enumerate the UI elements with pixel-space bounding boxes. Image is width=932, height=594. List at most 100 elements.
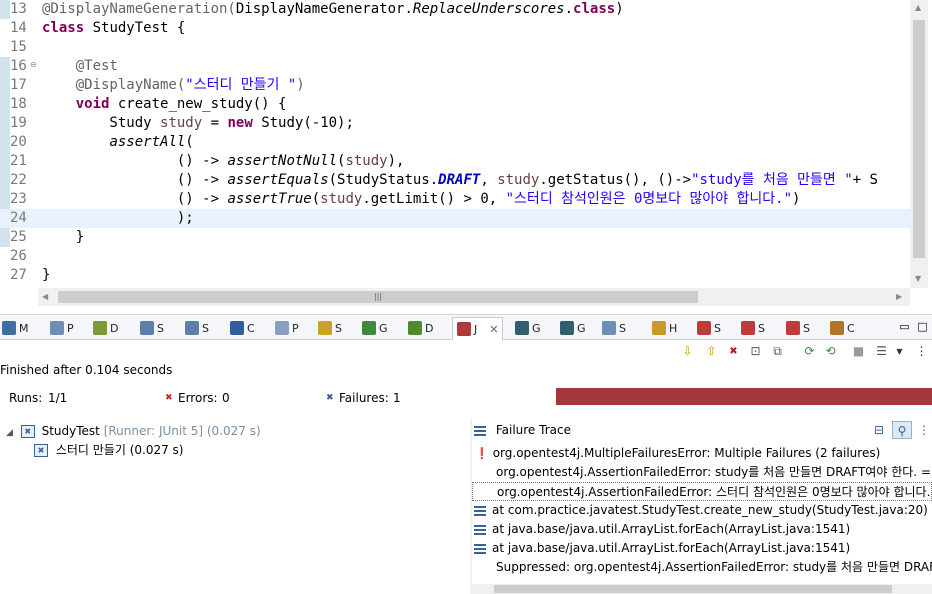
tab-s2[interactable]: S xyxy=(185,319,209,337)
tab-s6[interactable]: S xyxy=(741,319,765,337)
code-text: } xyxy=(42,267,51,283)
code-text: @Test xyxy=(75,58,118,74)
tab-s3[interactable]: S xyxy=(318,319,342,337)
close-tab-icon[interactable]: ✕ xyxy=(489,323,498,336)
minimize-icon[interactable]: ▭ xyxy=(897,319,912,334)
collapse-arrow-icon[interactable]: ◢ xyxy=(6,428,13,438)
next-failure-icon[interactable]: ⇩ xyxy=(680,344,695,359)
code-line[interactable]: 21 () -> assertNotNull(study), xyxy=(0,152,910,171)
tab-d2[interactable]: D xyxy=(408,319,433,337)
trace-row[interactable]: org.opentest4j.AssertionFailedError: stu… xyxy=(472,463,932,482)
tab-c[interactable]: C xyxy=(230,319,255,337)
eclipse-window: { "editor": { "lines": [ {"n": "13", "to… xyxy=(0,0,932,594)
view-menu-icon[interactable]: ⋮ xyxy=(914,344,929,359)
code-line[interactable]: 24 ); xyxy=(0,209,910,228)
editor-vertical-scrollbar[interactable]: ▲ ▼ xyxy=(910,0,928,288)
stop-icon[interactable]: ■ xyxy=(851,344,866,359)
tab-g1-icon xyxy=(362,321,376,335)
failure-trace-title: Failure Trace xyxy=(495,423,571,437)
filter-stack-trace-icon[interactable]: ⚲ xyxy=(892,421,912,439)
editor-horizontal-scrollbar[interactable]: ◀ ||| ▶ xyxy=(38,288,910,306)
tab-s7[interactable]: S xyxy=(786,319,810,337)
code-line[interactable]: 17 @DisplayName("스터디 만들기 ") xyxy=(0,76,910,95)
test-run-history-icon[interactable]: ☰ xyxy=(874,344,889,359)
tab-s1[interactable]: S xyxy=(140,319,164,337)
tab-c2[interactable]: C xyxy=(830,319,855,337)
test-progress-bar xyxy=(556,388,932,405)
trace-row[interactable]: Suppressed: org.opentest4j.AssertionFail… xyxy=(472,558,932,577)
tab-s5[interactable]: S xyxy=(697,319,721,337)
maximize-icon[interactable]: □ xyxy=(915,319,930,334)
scroll-lock-icon[interactable]: ⊡ xyxy=(748,344,763,359)
tab-m-icon xyxy=(2,321,16,335)
view-menu-icon[interactable]: ⋮ xyxy=(918,418,930,442)
trace-text: org.opentest4j.MultipleFailuresError: Mu… xyxy=(492,446,881,460)
trace-row[interactable]: ❗ org.opentest4j.MultipleFailuresError: M… xyxy=(472,444,932,463)
code-line[interactable]: 16 ⊖ @Test xyxy=(0,57,910,76)
tab-p-icon xyxy=(50,321,64,335)
error-icon: ✖ xyxy=(165,393,173,403)
show-failures-only-icon[interactable]: ✖ xyxy=(726,344,741,359)
trace-row[interactable]: at java.base/java.util.ArrayList.forEach… xyxy=(472,539,932,558)
code-line[interactable]: 19 Study study = new Study(-10); xyxy=(0,114,910,133)
code-text: () -> assertNotNull(study), xyxy=(42,153,405,169)
trace-row[interactable]: org.opentest4j.AssertionFailedError: 스터디… xyxy=(472,482,932,501)
tab-m[interactable]: M xyxy=(2,319,29,337)
failures-label: Failures: xyxy=(339,391,389,405)
stack-frame-icon xyxy=(474,524,486,535)
tab-h[interactable]: H xyxy=(652,319,677,337)
scroll-down-arrow-icon[interactable]: ▼ xyxy=(915,274,921,283)
test-tree-item[interactable]: ✖ 스터디 만들기 (0.027 s) xyxy=(34,441,183,459)
tab-g2[interactable]: G xyxy=(515,319,541,337)
code-line[interactable]: 15 xyxy=(0,38,910,57)
trace-row[interactable]: at java.base/java.util.ArrayList.forEach… xyxy=(472,520,932,539)
code-line[interactable]: 18 void create_new_study() { xyxy=(0,95,910,114)
scroll-left-arrow-icon[interactable]: ◀ xyxy=(42,292,48,301)
code-line[interactable]: 20 assertAll( xyxy=(0,133,910,152)
compare-results-icon[interactable]: ⊟ xyxy=(874,418,884,442)
code-text: @DisplayName("스터디 만들기 ") xyxy=(75,77,305,93)
code-line[interactable]: 25 } xyxy=(0,228,910,247)
test-tree-root[interactable]: ◢ ✖ StudyTest [Runner: JUnit 5] (0.027 s… xyxy=(6,422,261,440)
rerun-failed-first-icon[interactable]: ⟲ xyxy=(823,344,838,359)
horizontal-scroll-thumb[interactable]: ||| xyxy=(58,291,698,303)
trace-scroll-thumb[interactable] xyxy=(494,585,892,593)
tab-c2-icon xyxy=(830,321,844,335)
code-editor[interactable]: 13 @DisplayNameGeneration(DisplayNameGene… xyxy=(0,0,932,306)
scroll-right-arrow-icon[interactable]: ▶ xyxy=(896,292,902,301)
code-line[interactable]: 13 @DisplayNameGeneration(DisplayNameGene… xyxy=(0,0,910,19)
view-tab-bar: M P D S S C P S G D J ✕ G G S H S S S C ▭ □ xyxy=(0,314,932,340)
tab-g2-icon xyxy=(515,321,529,335)
tab-p2[interactable]: P xyxy=(275,319,299,337)
tab-label: G xyxy=(577,321,586,335)
trace-text: org.opentest4j.AssertionFailedError: stu… xyxy=(496,465,932,479)
tab-label: S xyxy=(157,321,164,335)
trace-horizontal-scrollbar[interactable] xyxy=(472,584,932,594)
tab-d[interactable]: D xyxy=(93,319,118,337)
tab-label: C xyxy=(247,321,255,335)
previous-failure-icon[interactable]: ⇧ xyxy=(704,344,719,359)
history-dropdown-icon[interactable]: ▼ xyxy=(892,344,907,359)
fold-toggle-icon[interactable]: ⊖ xyxy=(30,60,37,69)
tab-g3[interactable]: G xyxy=(560,319,586,337)
tab-s3-icon xyxy=(318,321,332,335)
code-line[interactable]: 23 () -> assertTrue(study.getLimit() > 0… xyxy=(0,190,910,209)
scroll-up-arrow-icon[interactable]: ▲ xyxy=(915,3,921,12)
code-line[interactable]: 26 xyxy=(0,247,910,266)
test-tree[interactable]: ◢ ✖ StudyTest [Runner: JUnit 5] (0.027 s… xyxy=(0,422,470,594)
trace-row[interactable]: at com.practice.javatest.StudyTest.creat… xyxy=(472,501,932,520)
tab-d-icon xyxy=(93,321,107,335)
rerun-test-icon[interactable]: ⟳ xyxy=(802,344,817,359)
skipped-tests-icon[interactable]: ⧉ xyxy=(770,344,785,359)
tab-g1[interactable]: G xyxy=(362,319,388,337)
code-line[interactable]: 27} xyxy=(0,266,910,285)
tab-p[interactable]: P xyxy=(50,319,74,337)
trace-text: at java.base/java.util.ArrayList.forEach… xyxy=(492,541,851,555)
error-icon: ❗ xyxy=(475,447,489,460)
tab-label: S xyxy=(758,321,765,335)
code-line[interactable]: 14 class StudyTest { xyxy=(0,19,910,38)
tab-junit[interactable]: J ✕ xyxy=(452,317,504,340)
tab-s4[interactable]: S xyxy=(602,319,626,337)
vertical-scroll-thumb[interactable] xyxy=(913,20,925,258)
code-line[interactable]: 22 () -> assertEquals(StudyStatus.DRAFT,… xyxy=(0,171,910,190)
